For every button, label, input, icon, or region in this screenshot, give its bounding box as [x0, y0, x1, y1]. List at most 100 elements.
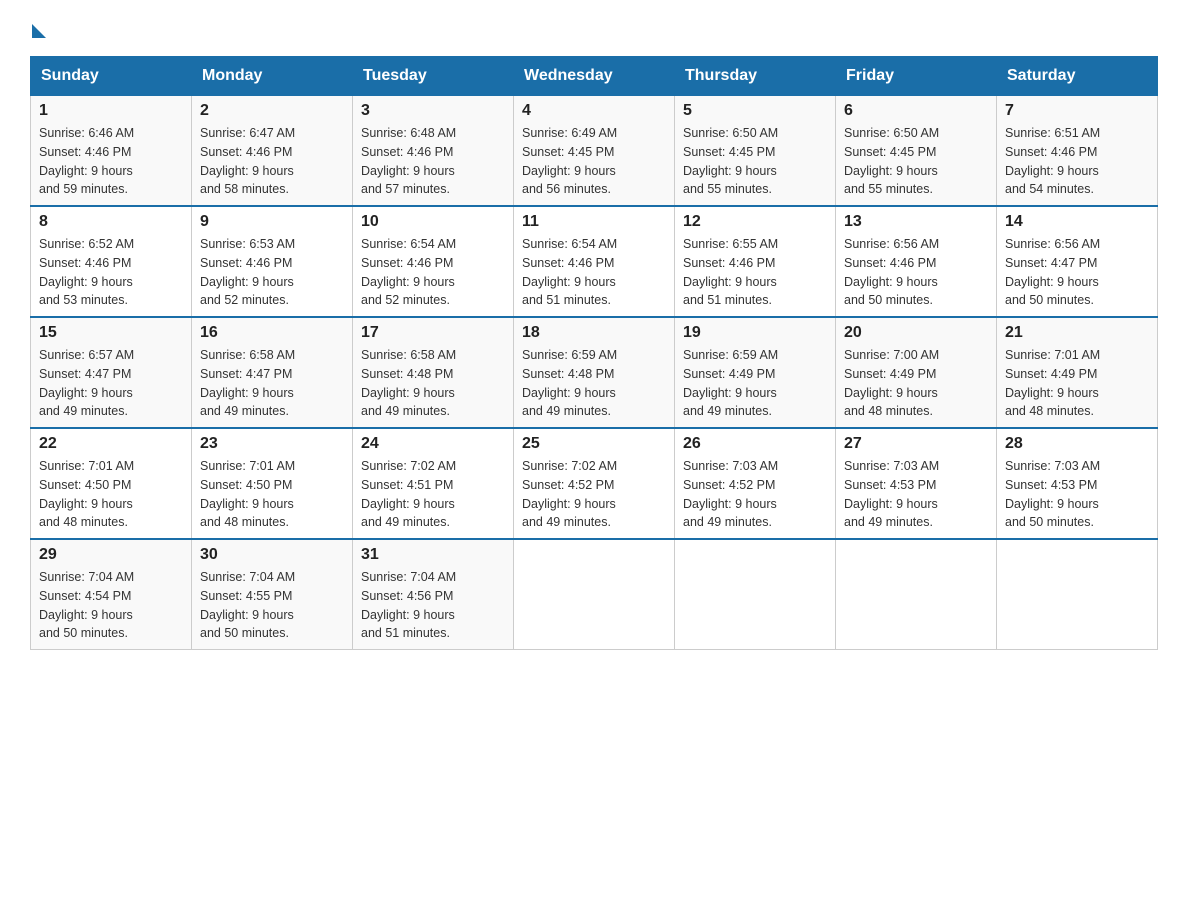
calendar-cell: 7 Sunrise: 6:51 AMSunset: 4:46 PMDaylight…	[997, 96, 1158, 207]
day-info: Sunrise: 6:54 AMSunset: 4:46 PMDaylight:…	[361, 235, 505, 310]
calendar-cell: 9 Sunrise: 6:53 AMSunset: 4:46 PMDaylight…	[192, 206, 353, 317]
day-number: 26	[683, 435, 827, 453]
day-number: 23	[200, 435, 344, 453]
day-number: 14	[1005, 213, 1149, 231]
day-number: 16	[200, 324, 344, 342]
day-number: 11	[522, 213, 666, 231]
day-info: Sunrise: 6:53 AMSunset: 4:46 PMDaylight:…	[200, 235, 344, 310]
day-info: Sunrise: 6:49 AMSunset: 4:45 PMDaylight:…	[522, 124, 666, 199]
day-info: Sunrise: 6:59 AMSunset: 4:49 PMDaylight:…	[683, 346, 827, 421]
day-number: 29	[39, 546, 183, 564]
column-header-friday: Friday	[836, 57, 997, 96]
day-info: Sunrise: 7:03 AMSunset: 4:52 PMDaylight:…	[683, 457, 827, 532]
day-number: 9	[200, 213, 344, 231]
day-info: Sunrise: 6:58 AMSunset: 4:47 PMDaylight:…	[200, 346, 344, 421]
calendar-row-week-3: 15 Sunrise: 6:57 AMSunset: 4:47 PMDayligh…	[31, 317, 1158, 428]
day-number: 6	[844, 102, 988, 120]
day-info: Sunrise: 7:04 AMSunset: 4:54 PMDaylight:…	[39, 568, 183, 643]
day-info: Sunrise: 6:58 AMSunset: 4:48 PMDaylight:…	[361, 346, 505, 421]
day-info: Sunrise: 6:50 AMSunset: 4:45 PMDaylight:…	[683, 124, 827, 199]
calendar-cell	[675, 539, 836, 650]
calendar-cell: 22 Sunrise: 7:01 AMSunset: 4:50 PMDayligh…	[31, 428, 192, 539]
calendar-cell: 12 Sunrise: 6:55 AMSunset: 4:46 PMDayligh…	[675, 206, 836, 317]
day-number: 3	[361, 102, 505, 120]
day-number: 7	[1005, 102, 1149, 120]
day-info: Sunrise: 6:52 AMSunset: 4:46 PMDaylight:…	[39, 235, 183, 310]
day-info: Sunrise: 7:01 AMSunset: 4:50 PMDaylight:…	[39, 457, 183, 532]
day-number: 13	[844, 213, 988, 231]
day-info: Sunrise: 7:04 AMSunset: 4:56 PMDaylight:…	[361, 568, 505, 643]
calendar-cell: 29 Sunrise: 7:04 AMSunset: 4:54 PMDayligh…	[31, 539, 192, 650]
day-info: Sunrise: 6:56 AMSunset: 4:47 PMDaylight:…	[1005, 235, 1149, 310]
day-info: Sunrise: 7:01 AMSunset: 4:49 PMDaylight:…	[1005, 346, 1149, 421]
day-info: Sunrise: 6:59 AMSunset: 4:48 PMDaylight:…	[522, 346, 666, 421]
day-number: 20	[844, 324, 988, 342]
day-number: 17	[361, 324, 505, 342]
calendar-row-week-4: 22 Sunrise: 7:01 AMSunset: 4:50 PMDayligh…	[31, 428, 1158, 539]
day-info: Sunrise: 6:48 AMSunset: 4:46 PMDaylight:…	[361, 124, 505, 199]
column-header-wednesday: Wednesday	[514, 57, 675, 96]
day-number: 27	[844, 435, 988, 453]
calendar-header: SundayMondayTuesdayWednesdayThursdayFrid…	[31, 57, 1158, 96]
day-info: Sunrise: 7:04 AMSunset: 4:55 PMDaylight:…	[200, 568, 344, 643]
day-number: 19	[683, 324, 827, 342]
logo	[30, 20, 46, 38]
calendar-cell: 13 Sunrise: 6:56 AMSunset: 4:46 PMDayligh…	[836, 206, 997, 317]
calendar-cell: 15 Sunrise: 6:57 AMSunset: 4:47 PMDayligh…	[31, 317, 192, 428]
day-info: Sunrise: 6:50 AMSunset: 4:45 PMDaylight:…	[844, 124, 988, 199]
calendar-cell: 23 Sunrise: 7:01 AMSunset: 4:50 PMDayligh…	[192, 428, 353, 539]
calendar-cell: 5 Sunrise: 6:50 AMSunset: 4:45 PMDaylight…	[675, 96, 836, 207]
calendar-cell: 20 Sunrise: 7:00 AMSunset: 4:49 PMDayligh…	[836, 317, 997, 428]
calendar-cell: 27 Sunrise: 7:03 AMSunset: 4:53 PMDayligh…	[836, 428, 997, 539]
day-info: Sunrise: 6:55 AMSunset: 4:46 PMDaylight:…	[683, 235, 827, 310]
day-info: Sunrise: 6:54 AMSunset: 4:46 PMDaylight:…	[522, 235, 666, 310]
calendar-row-week-5: 29 Sunrise: 7:04 AMSunset: 4:54 PMDayligh…	[31, 539, 1158, 650]
column-header-sunday: Sunday	[31, 57, 192, 96]
day-info: Sunrise: 6:47 AMSunset: 4:46 PMDaylight:…	[200, 124, 344, 199]
day-info: Sunrise: 7:02 AMSunset: 4:52 PMDaylight:…	[522, 457, 666, 532]
day-info: Sunrise: 6:46 AMSunset: 4:46 PMDaylight:…	[39, 124, 183, 199]
column-header-thursday: Thursday	[675, 57, 836, 96]
day-number: 5	[683, 102, 827, 120]
day-number: 24	[361, 435, 505, 453]
calendar-cell: 17 Sunrise: 6:58 AMSunset: 4:48 PMDayligh…	[353, 317, 514, 428]
calendar-cell: 10 Sunrise: 6:54 AMSunset: 4:46 PMDayligh…	[353, 206, 514, 317]
calendar-cell	[836, 539, 997, 650]
day-info: Sunrise: 6:51 AMSunset: 4:46 PMDaylight:…	[1005, 124, 1149, 199]
calendar-cell: 6 Sunrise: 6:50 AMSunset: 4:45 PMDaylight…	[836, 96, 997, 207]
day-info: Sunrise: 6:57 AMSunset: 4:47 PMDaylight:…	[39, 346, 183, 421]
day-number: 25	[522, 435, 666, 453]
calendar-cell: 8Sunrise: 6:52 AMSunset: 4:46 PMDaylight…	[31, 206, 192, 317]
day-number: 22	[39, 435, 183, 453]
calendar-cell: 14 Sunrise: 6:56 AMSunset: 4:47 PMDayligh…	[997, 206, 1158, 317]
column-header-monday: Monday	[192, 57, 353, 96]
day-number: 1	[39, 102, 183, 120]
day-info: Sunrise: 7:01 AMSunset: 4:50 PMDaylight:…	[200, 457, 344, 532]
calendar-cell	[997, 539, 1158, 650]
calendar-row-week-1: 1 Sunrise: 6:46 AMSunset: 4:46 PMDaylight…	[31, 96, 1158, 207]
day-number: 15	[39, 324, 183, 342]
column-header-tuesday: Tuesday	[353, 57, 514, 96]
calendar-table: SundayMondayTuesdayWednesdayThursdayFrid…	[30, 56, 1158, 650]
day-info: Sunrise: 7:03 AMSunset: 4:53 PMDaylight:…	[1005, 457, 1149, 532]
column-header-saturday: Saturday	[997, 57, 1158, 96]
day-info: Sunrise: 7:03 AMSunset: 4:53 PMDaylight:…	[844, 457, 988, 532]
day-number: 10	[361, 213, 505, 231]
day-number: 31	[361, 546, 505, 564]
logo-triangle-icon	[32, 24, 46, 38]
calendar-cell: 3 Sunrise: 6:48 AMSunset: 4:46 PMDaylight…	[353, 96, 514, 207]
calendar-cell: 18 Sunrise: 6:59 AMSunset: 4:48 PMDayligh…	[514, 317, 675, 428]
day-info: Sunrise: 7:00 AMSunset: 4:49 PMDaylight:…	[844, 346, 988, 421]
calendar-cell: 11 Sunrise: 6:54 AMSunset: 4:46 PMDayligh…	[514, 206, 675, 317]
calendar-cell: 1 Sunrise: 6:46 AMSunset: 4:46 PMDaylight…	[31, 96, 192, 207]
calendar-cell	[514, 539, 675, 650]
day-number: 30	[200, 546, 344, 564]
calendar-cell: 24Sunrise: 7:02 AMSunset: 4:51 PMDayligh…	[353, 428, 514, 539]
calendar-cell: 2Sunrise: 6:47 AMSunset: 4:46 PMDaylight…	[192, 96, 353, 207]
calendar-row-week-2: 8Sunrise: 6:52 AMSunset: 4:46 PMDaylight…	[31, 206, 1158, 317]
page-header	[30, 20, 1158, 38]
day-number: 12	[683, 213, 827, 231]
day-number: 18	[522, 324, 666, 342]
day-info: Sunrise: 6:56 AMSunset: 4:46 PMDaylight:…	[844, 235, 988, 310]
calendar-cell: 26 Sunrise: 7:03 AMSunset: 4:52 PMDayligh…	[675, 428, 836, 539]
